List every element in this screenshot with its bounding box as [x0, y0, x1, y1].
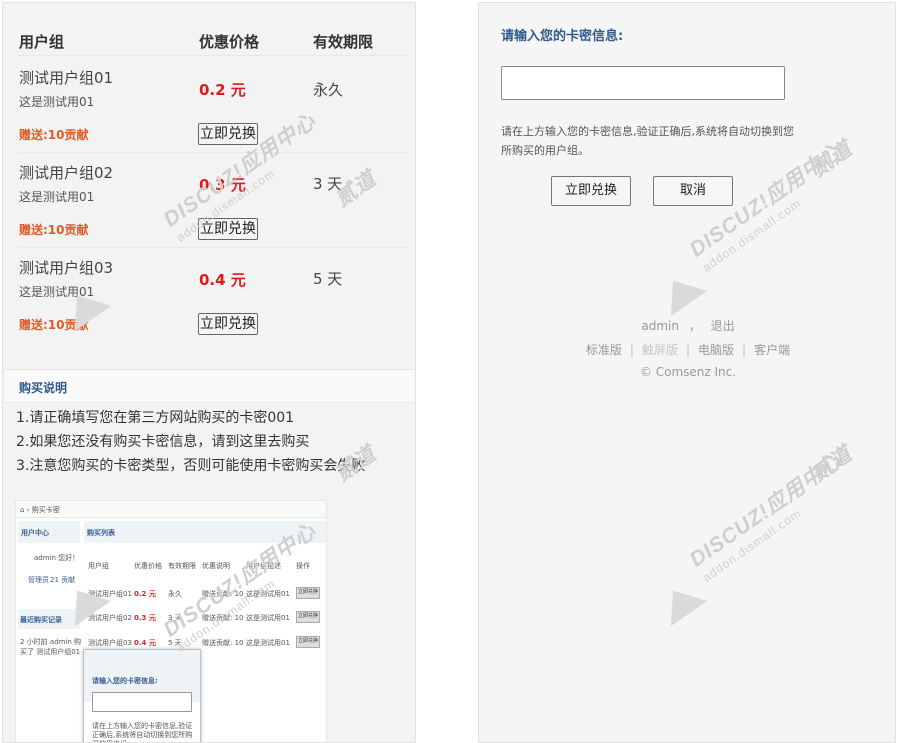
note-item: 1.请正确填写您在第三方网站购买的卡密001 — [16, 410, 295, 426]
redeem-button[interactable]: 立即兑换 — [198, 123, 258, 145]
footer-comma: ， — [688, 319, 701, 333]
thumb-breadcrumb: ⌂ › 购买卡密 — [20, 506, 60, 514]
thumb-header: 用户组描述 — [246, 562, 281, 570]
header-price: 优惠价格 — [199, 33, 260, 51]
footer-user[interactable]: admin — [641, 319, 679, 333]
header-group: 用户组 — [19, 33, 65, 51]
group-desc: 这是测试用01 — [19, 285, 95, 299]
thumb-cell: 永久 — [168, 590, 182, 598]
thumb-sidebar-title: 用户中心 — [21, 529, 49, 537]
group-price: 0.2 元 — [199, 81, 246, 99]
watermark-logo-icon — [654, 577, 708, 627]
group-row: 测试用户组03 这是测试用01 0.4 元 5 天 赠送:10贡献 立即兑换 — [19, 257, 411, 349]
redeem-button[interactable]: 立即兑换 — [198, 218, 258, 240]
thumb-modal-title: 请输入您的卡密信息: — [92, 677, 158, 685]
header-validity: 有效期限 — [313, 33, 374, 51]
example-screenshot: ⌂ › 购买卡密 用户中心 admin 您好！ 管理员 21 贡献 最近购买记录… — [15, 500, 327, 742]
group-name: 测试用户组03 — [19, 259, 114, 277]
thumb-header: 优惠说明 — [202, 562, 230, 570]
thumb-header: 优惠价格 — [134, 562, 162, 570]
group-name: 测试用户组01 — [19, 69, 114, 87]
group-desc: 这是测试用01 — [19, 95, 95, 109]
thumb-header: 有效期限 — [168, 562, 196, 570]
footer-link-pc[interactable]: 电脑版 — [698, 343, 734, 357]
footer-link-touch[interactable]: 触屏版 — [642, 343, 678, 357]
watermark: 贰道 — [807, 137, 857, 182]
group-gift: 赠送:10贡献 — [19, 128, 89, 142]
cancel-button[interactable]: 取消 — [653, 176, 733, 206]
footer-link-client[interactable]: 客户端 — [754, 343, 790, 357]
card-code-input[interactable] — [501, 66, 785, 100]
thumb-cell: 这是测试用01 — [246, 639, 290, 647]
divider — [19, 152, 409, 153]
thumb-cell: 5 天 — [168, 639, 182, 647]
redeem-submit-button[interactable]: 立即兑换 — [551, 176, 631, 206]
group-price: 0.4 元 — [199, 271, 246, 289]
footer-user-line: admin ， 退出 — [479, 317, 895, 334]
thumb-user-line: admin 您好！ — [34, 554, 80, 562]
footer-copyright: © Comsenz Inc. — [639, 365, 737, 379]
thumb-manage: 管理员 — [28, 576, 49, 584]
thumb-list-title: 购买列表 — [87, 529, 115, 537]
watermark-logo-icon — [654, 267, 708, 317]
thumb-record-title: 最近购买记录 — [20, 616, 62, 624]
thumb-cell: 0.3 元 — [134, 614, 156, 622]
logout-link[interactable]: 退出 — [711, 319, 735, 333]
thumb-cell: 这是测试用01 — [246, 614, 290, 622]
note-item: 3.注意您购买的卡密类型，否则可能使用卡密购买会失败 — [16, 458, 366, 474]
thumb-modal-input — [92, 692, 192, 712]
thumb-cell: 这是测试用01 — [246, 590, 290, 598]
thumb-record-line: 2 小时前 admin 购买了 测试用户组01 — [20, 638, 82, 656]
thumb-cell: 赠送贡献: 10 — [202, 614, 244, 622]
group-validity: 永久 — [313, 81, 344, 99]
group-price: 0.3 元 — [199, 176, 246, 194]
thumb-modal-help: 请在上方输入您的卡密信息,验证正确后,系统将自动切换到您所购买的用户组。 — [92, 722, 193, 742]
footer-link-standard[interactable]: 标准版 — [586, 343, 622, 357]
footer-links: 标准版 | 触屏版 | 电脑版 | 客户端 — [585, 343, 791, 357]
purchase-notes-header: 购买说明 — [5, 369, 414, 403]
card-help-text: 请在上方输入您的卡密信息,验证正确后,系统将自动切换到您所购买的用户组。 — [501, 125, 794, 157]
group-validity: 3 天 — [313, 175, 343, 193]
thumb-header: 用户组 — [88, 562, 109, 570]
thumb-redeem-button: 立即兑换 — [296, 611, 320, 623]
thumb-cell: 赠送贡献: 10 — [202, 639, 244, 647]
group-row: 测试用户组02 这是测试用01 0.3 元 3 天 赠送:10贡献 立即兑换 — [19, 162, 411, 254]
group-name: 测试用户组02 — [19, 164, 114, 182]
thumb-cell: 测试用户组02 — [88, 614, 132, 622]
divider — [19, 247, 409, 248]
group-gift: 赠送:10贡献 — [19, 223, 89, 237]
watermark: DISCUZ!应用中心 addon.dismall.com — [685, 449, 847, 585]
thumb-cell: 测试用户组03 — [88, 639, 132, 647]
divider — [19, 55, 409, 56]
thumb-redeem-button: 立即兑换 — [296, 587, 320, 599]
thumb-cell: 赠送贡献: 10 — [202, 590, 244, 598]
group-gift: 赠送:10贡献 — [19, 318, 89, 332]
card-redeem-panel: 请输入您的卡密信息: 请在上方输入您的卡密信息,验证正确后,系统将自动切换到您所… — [478, 2, 896, 743]
thumb-redeem-button: 立即兑换 — [296, 636, 320, 648]
watermark: 贰道 — [807, 442, 857, 487]
thumb-cell: 0.4 元 — [134, 639, 156, 647]
purchase-notes-title: 购买说明 — [19, 381, 68, 395]
group-row: 测试用户组01 这是测试用01 0.2 元 永久 赠送:10贡献 立即兑换 — [19, 67, 411, 159]
note-item: 2.如果您还没有购买卡密信息，请到这里去购买 — [16, 434, 310, 450]
thumb-cell: 3 天 — [168, 614, 182, 622]
thumb-cell: 测试用户组01 — [88, 590, 132, 598]
thumb-contrib: 21 贡献 — [50, 576, 76, 584]
thumb-modal: 请输入您的卡密信息: 请在上方输入您的卡密信息,验证正确后,系统将自动切换到您所… — [83, 649, 201, 742]
card-title: 请输入您的卡密信息: — [501, 29, 624, 44]
group-list-panel: 用户组 优惠价格 有效期限 测试用户组01 这是测试用01 0.2 元 永久 赠… — [2, 2, 416, 743]
group-desc: 这是测试用01 — [19, 190, 95, 204]
group-validity: 5 天 — [313, 270, 343, 288]
redeem-button[interactable]: 立即兑换 — [198, 313, 258, 335]
thumb-header: 操作 — [296, 562, 310, 570]
thumb-cell: 0.2 元 — [134, 590, 156, 598]
